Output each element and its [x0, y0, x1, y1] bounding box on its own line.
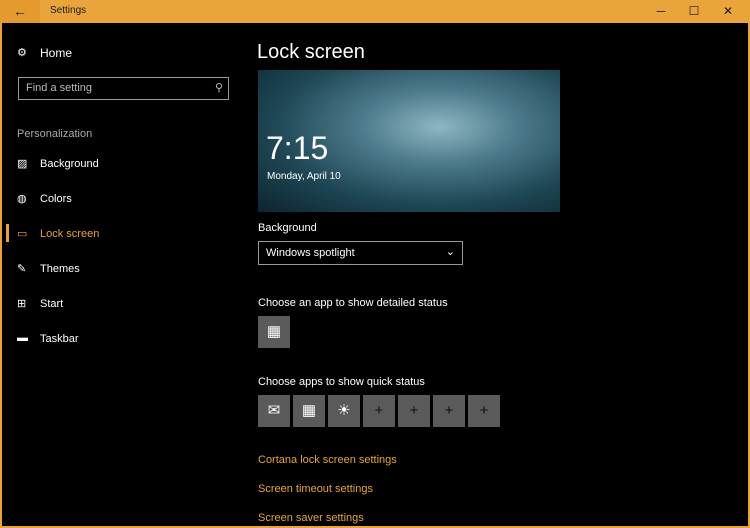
mail-icon: ✉: [267, 402, 281, 419]
background-dropdown[interactable]: Windows spotlight ⌄: [258, 241, 463, 265]
sidebar-item-themes[interactable]: Themes: [40, 263, 80, 275]
quick-app-calendar[interactable]: ▦: [293, 395, 325, 427]
quick-app-mail[interactable]: ✉: [258, 395, 290, 427]
minimize-button[interactable]: ─: [644, 0, 678, 23]
title-bar: ← Settings ─ ☐ ✕: [0, 0, 750, 23]
background-value: Windows spotlight: [266, 247, 355, 259]
window-title: Settings: [50, 5, 87, 16]
start-icon: ⊞: [17, 298, 27, 310]
quick-app-add[interactable]: +: [433, 395, 465, 427]
plus-icon: +: [409, 402, 419, 419]
cortana-lock-screen-link[interactable]: Cortana lock screen settings: [258, 454, 397, 466]
calendar-icon: ▦: [301, 402, 317, 419]
background-label: Background: [258, 222, 317, 234]
quick-app-add[interactable]: +: [363, 395, 395, 427]
preview-date: Monday, April 10: [267, 171, 341, 182]
plus-icon: +: [374, 402, 384, 419]
sidebar-item-colors[interactable]: Colors: [40, 193, 72, 205]
screen-saver-link[interactable]: Screen saver settings: [258, 512, 364, 524]
weather-icon: ☀: [337, 402, 351, 419]
screen-timeout-link[interactable]: Screen timeout settings: [258, 483, 373, 495]
calendar-icon: ▦: [266, 323, 282, 340]
palette-icon: ◍: [17, 193, 27, 205]
active-indicator: [6, 224, 9, 242]
search-placeholder: Find a setting: [26, 82, 93, 94]
lock-screen-icon: ▭: [17, 228, 28, 240]
section-heading: Personalization: [17, 128, 93, 140]
search-input[interactable]: Find a setting ⚲: [18, 77, 229, 100]
page-title: Lock screen: [257, 41, 365, 63]
chevron-down-icon: ⌄: [445, 246, 455, 258]
maximize-button[interactable]: ☐: [677, 0, 711, 23]
plus-icon: +: [444, 402, 454, 419]
quick-app-add[interactable]: +: [468, 395, 500, 427]
sidebar-item-taskbar[interactable]: Taskbar: [40, 333, 79, 345]
sidebar-item-start[interactable]: Start: [40, 298, 63, 310]
sidebar-item-background[interactable]: Background: [40, 158, 99, 170]
settings-window: ⚙ Home Find a setting ⚲ Personalization ▨…: [2, 23, 748, 526]
gear-icon: ⚙: [17, 47, 27, 59]
quick-status-label: Choose apps to show quick status: [258, 376, 425, 388]
back-button[interactable]: ←: [0, 0, 40, 23]
quick-app-weather[interactable]: ☀: [328, 395, 360, 427]
plus-icon: +: [479, 402, 489, 419]
lock-screen-preview: 7:15 Monday, April 10: [258, 70, 560, 212]
themes-icon: ✎: [17, 263, 27, 275]
nav-home[interactable]: Home: [40, 46, 72, 60]
preview-time: 7:15: [266, 130, 329, 166]
image-icon: ▨: [17, 158, 28, 170]
taskbar-icon: ▬: [17, 332, 28, 344]
close-button[interactable]: ✕: [711, 0, 745, 23]
sidebar-item-lock-screen[interactable]: Lock screen: [40, 228, 99, 240]
quick-app-add[interactable]: +: [398, 395, 430, 427]
detailed-app-calendar[interactable]: ▦: [258, 316, 290, 348]
detailed-status-label: Choose an app to show detailed status: [258, 297, 448, 309]
search-icon: ⚲: [214, 82, 223, 94]
